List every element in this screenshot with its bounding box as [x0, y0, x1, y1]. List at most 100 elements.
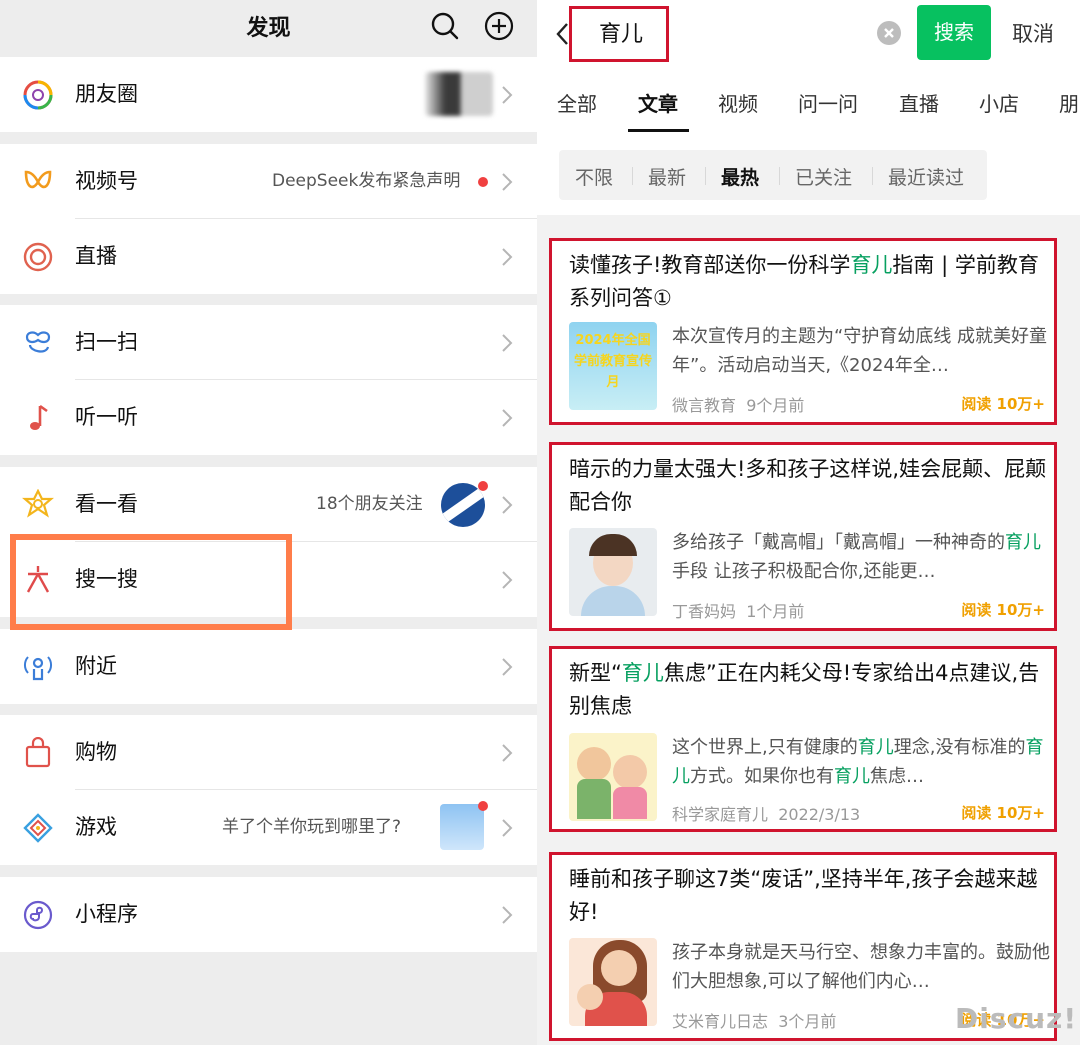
- tab-videos[interactable]: 视频: [718, 88, 758, 117]
- menu-item-label: 听一听: [75, 405, 138, 429]
- menu-item-mini-programs[interactable]: 小程序: [0, 877, 537, 952]
- shopping-bag-icon: [25, 737, 51, 768]
- menu-item-label: 看一看: [75, 492, 138, 516]
- games-diamond-icon: [23, 813, 53, 843]
- cancel-button[interactable]: 取消: [1012, 18, 1054, 48]
- live-icon: [23, 242, 53, 272]
- tab-ask[interactable]: 问一问: [798, 88, 858, 117]
- add-circle-icon[interactable]: [484, 11, 514, 41]
- aperture-icon: [23, 80, 53, 110]
- back-chevron-icon[interactable]: [555, 22, 569, 46]
- search-highlight-box: [10, 534, 292, 630]
- filter-recently-read[interactable]: 最近读过: [888, 163, 964, 190]
- result-snippet: 多给孩子「戴高帽」「戴高帽」一种神奇的育儿手段 让孩子积极配合你,还能更…: [672, 532, 1041, 582]
- discover-panel: 发现 朋友圈 视频号 DeepSeek发布紧急声明 直播 扫一扫 听一听 看一看…: [0, 0, 537, 1045]
- chevron-right-icon: [502, 819, 513, 837]
- result-title: 读懂孩子!教育部送你一份科学育儿指南 | 学前教育系列问答①: [569, 253, 1039, 310]
- unread-dot: [478, 801, 488, 811]
- result-source: 艾米育儿日志 3个月前: [672, 1012, 837, 1031]
- chevron-right-icon: [502, 571, 513, 589]
- result-card[interactable]: 暗示的力量太强大!多和孩子这样说,娃会屁颠、屁颠配合你 多给孩子「戴高帽」「戴高…: [549, 442, 1057, 631]
- channels-notice: DeepSeek发布紧急声明: [272, 171, 461, 191]
- divider: [779, 167, 780, 185]
- result-source: 微言教育 9个月前: [672, 396, 805, 415]
- tab-articles[interactable]: 文章: [638, 88, 678, 117]
- game-thumbnail: [440, 804, 484, 850]
- moments-avatar: [425, 72, 493, 116]
- sort-filters: 不限 最新 最热 已关注 最近读过: [559, 150, 987, 200]
- friends-following-count: 18个朋友关注: [316, 494, 423, 514]
- menu-item-label: 小程序: [75, 902, 138, 926]
- chevron-right-icon: [502, 248, 513, 266]
- menu-item-label: 朋友圈: [75, 82, 138, 106]
- result-snippet: 孩子本身就是天马行空、想象力丰富的。鼓励他们大胆想象,可以了解他们内心…: [672, 942, 1050, 992]
- tab-friends[interactable]: 朋: [1059, 88, 1079, 117]
- result-snippet: 本次宣传月的主题为“守护育幼底线 成就美好童年”。活动启动当天,《2024年全…: [672, 326, 1048, 376]
- search-button[interactable]: 搜索: [917, 5, 991, 60]
- chevron-right-icon: [502, 334, 513, 352]
- result-thumbnail: [569, 528, 657, 616]
- search-query-text: 育儿: [599, 22, 644, 47]
- top-stories-avatar: [441, 483, 485, 527]
- watermark-text: Discuz!: [955, 1002, 1078, 1035]
- search-header: 育儿 搜索 取消 全部 文章 视频 问一问 直播 小店 朋 不限 最新 最热 已…: [537, 0, 1080, 215]
- result-thumbnail: 2024年全国学前教育宣传月: [569, 322, 657, 410]
- menu-item-moments[interactable]: 朋友圈: [0, 57, 537, 132]
- group-moments: 朋友圈: [0, 57, 537, 132]
- result-read-count: 阅读 10万+: [961, 804, 1045, 822]
- active-tab-underline: [628, 129, 689, 132]
- search-icon[interactable]: [430, 11, 460, 41]
- result-thumbnail: [569, 938, 657, 1026]
- channels-butterfly-icon: [24, 170, 52, 189]
- filter-hottest[interactable]: 最热: [721, 163, 759, 190]
- search-results-panel: 育儿 搜索 取消 全部 文章 视频 问一问 直播 小店 朋 不限 最新 最热 已…: [537, 0, 1080, 1045]
- chevron-right-icon: [502, 86, 513, 104]
- menu-item-nearby[interactable]: 附近: [0, 629, 537, 704]
- menu-item-label: 游戏: [75, 815, 117, 839]
- result-snippet: 这个世界上,只有健康的育儿理念,没有标准的育儿方式。如果你也有育儿焦虑…: [672, 737, 1044, 787]
- result-thumbnail: [569, 733, 657, 821]
- divider: [705, 167, 706, 185]
- group-mini-programs: 小程序: [0, 877, 537, 952]
- menu-item-label: 视频号: [75, 169, 138, 193]
- result-card[interactable]: 读懂孩子!教育部送你一份科学育儿指南 | 学前教育系列问答① 2024年全国学前…: [549, 238, 1057, 425]
- group-shop-games: 购物 游戏 羊了个羊你玩到哪里了?: [0, 715, 537, 865]
- chevron-right-icon: [502, 409, 513, 427]
- tab-all[interactable]: 全部: [557, 88, 597, 117]
- tab-shops[interactable]: 小店: [979, 88, 1019, 117]
- top-stories-icon: [22, 489, 54, 518]
- menu-item-scan[interactable]: 扫一扫: [0, 305, 537, 380]
- result-read-count: 阅读 10万+: [961, 601, 1045, 619]
- unread-dot: [478, 177, 488, 187]
- menu-item-games[interactable]: 游戏 羊了个羊你玩到哪里了?: [0, 790, 537, 865]
- filter-followed[interactable]: 已关注: [795, 163, 852, 190]
- divider: [632, 167, 633, 185]
- result-read-count: 阅读 10万+: [961, 395, 1045, 413]
- nearby-icon: [24, 656, 52, 681]
- result-tabs: 全部 文章 视频 问一问 直播 小店 朋: [537, 84, 1080, 134]
- unread-dot: [478, 481, 488, 491]
- chevron-right-icon: [502, 744, 513, 762]
- result-source: 科学家庭育儿 2022/3/13: [672, 805, 861, 824]
- filter-any[interactable]: 不限: [575, 163, 613, 190]
- group-channels: 视频号 DeepSeek发布紧急声明 直播: [0, 144, 537, 294]
- menu-item-label: 附近: [75, 654, 117, 678]
- tab-live[interactable]: 直播: [899, 88, 939, 117]
- menu-item-listen[interactable]: 听一听: [0, 380, 537, 455]
- menu-item-channels[interactable]: 视频号 DeepSeek发布紧急声明: [0, 144, 537, 219]
- menu-item-live[interactable]: 直播: [0, 219, 537, 294]
- mini-program-icon: [23, 900, 53, 930]
- result-title: 睡前和孩子聊这7类“废话”,坚持半年,孩子会越来越好!: [569, 867, 1038, 924]
- clear-icon[interactable]: [877, 21, 901, 45]
- chevron-right-icon: [502, 906, 513, 924]
- chevron-right-icon: [502, 173, 513, 191]
- menu-item-top-stories[interactable]: 看一看 18个朋友关注: [0, 467, 537, 542]
- group-nearby: 附近: [0, 629, 537, 704]
- music-note-icon: [30, 404, 48, 430]
- chevron-right-icon: [502, 496, 513, 514]
- menu-item-label: 直播: [75, 244, 117, 268]
- result-title: 新型“育儿焦虑”正在内耗父母!专家给出4点建议,告别焦虑: [569, 661, 1040, 718]
- result-card[interactable]: 新型“育儿焦虑”正在内耗父母!专家给出4点建议,告别焦虑 这个世界上,只有健康的…: [549, 646, 1057, 832]
- menu-item-shopping[interactable]: 购物: [0, 715, 537, 790]
- filter-latest[interactable]: 最新: [648, 163, 686, 190]
